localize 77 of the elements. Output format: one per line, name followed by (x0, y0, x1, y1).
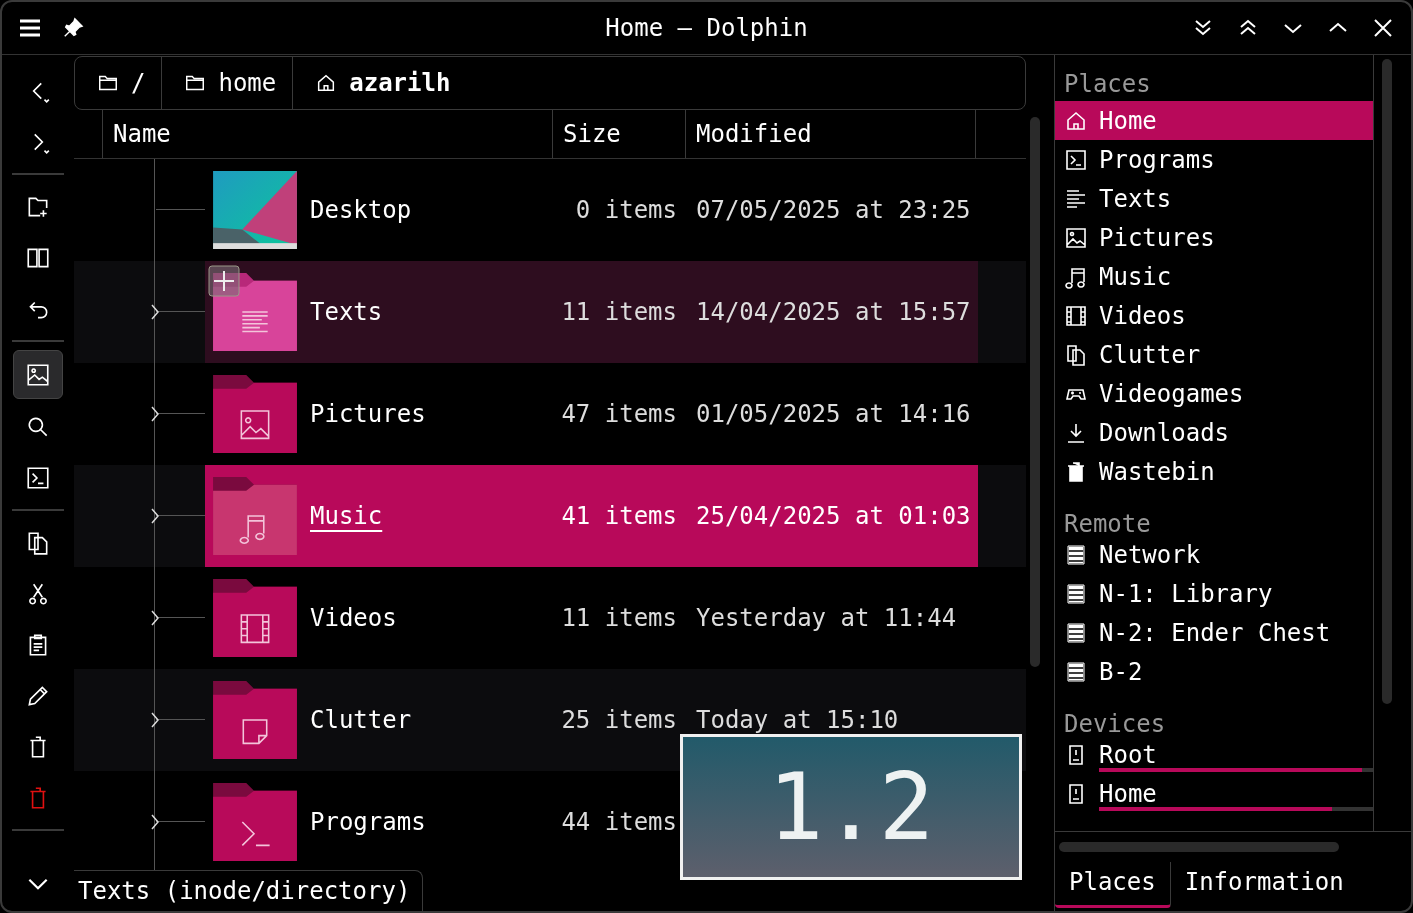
music-folder-icon (212, 477, 298, 555)
places-item[interactable]: B-2 (1055, 652, 1373, 691)
breadcrumb-item[interactable]: / (131, 69, 146, 97)
pictures-icon (1064, 225, 1088, 250)
file-row[interactable]: Pictures 47 items 01/05/2025 at 14:16 (205, 363, 978, 465)
places-item[interactable]: Network (1055, 535, 1373, 574)
places-item[interactable]: Clutter (1055, 335, 1373, 374)
breadcrumb-item[interactable]: azarilh (349, 69, 451, 97)
file-row[interactable]: Texts 11 items 14/04/2025 at 15:57 (205, 261, 978, 363)
places-item[interactable]: Wastebin (1055, 452, 1373, 491)
places-item[interactable]: Home (1055, 774, 1373, 813)
section-heading: Places (1063, 69, 1152, 100)
terminal-icon (1064, 147, 1088, 172)
status-label: Texts (inode/directory) (74, 870, 424, 911)
size-cell-text: 41 items (560, 502, 678, 530)
modified-cell-text: Yesterday at 11:44 (695, 604, 957, 632)
window-title: Home — Dolphin (605, 14, 808, 42)
section-heading: Devices (1063, 709, 1167, 735)
places-item[interactable]: N-2: Ender Chest (1055, 613, 1373, 652)
places-item[interactable]: Texts (1055, 179, 1373, 218)
file-row[interactable]: Desktop 0 items 07/05/2025 at 23:25 (205, 159, 978, 261)
places-item[interactable]: Videogames (1055, 374, 1373, 413)
places-item[interactable]: Home (1055, 101, 1373, 140)
column-header[interactable]: Modified (685, 110, 976, 158)
places-item[interactable]: Root (1055, 735, 1373, 774)
modified-cell-text: 14/04/2025 at 15:57 (695, 298, 971, 326)
size-cell-text: 11 items (560, 604, 678, 632)
breadcrumb-item[interactable]: home (218, 69, 277, 97)
network-icon (1064, 620, 1088, 645)
places-item[interactable]: Music (1055, 257, 1373, 296)
terminal-icon[interactable] (25, 464, 51, 491)
places-item[interactable]: Programs (1055, 140, 1373, 179)
size-cell-text: 0 items (574, 196, 678, 224)
network-icon (1064, 542, 1088, 567)
modified-cell-text: Today at 15:10 (695, 706, 899, 734)
toolbar-button[interactable] (13, 350, 63, 399)
videos-icon (1064, 303, 1088, 328)
panel-tab[interactable]: Information (1170, 862, 1358, 908)
clutter-folder-icon (212, 681, 298, 759)
panel-tab[interactable]: Places (1055, 862, 1171, 908)
places-item[interactable]: Downloads (1055, 413, 1373, 452)
file-name: Pictures (310, 400, 426, 428)
column-header[interactable]: Size (552, 110, 685, 158)
file-name: Desktop (310, 196, 412, 224)
scrollbar-thumb[interactable] (1059, 842, 1339, 852)
modified-cell-text: 25/04/2025 at 01:03 (695, 502, 971, 530)
places-item[interactable]: Pictures (1055, 218, 1373, 257)
places-item[interactable]: N-1: Library (1055, 574, 1373, 613)
file-name: Texts (310, 298, 383, 326)
file-name: Videos (310, 604, 397, 632)
network-icon (1064, 659, 1088, 684)
places-item[interactable]: Videos (1055, 296, 1373, 335)
texts-folder-icon (212, 273, 298, 351)
section-heading: Remote (1063, 509, 1152, 535)
scrollbar-thumb[interactable] (1030, 117, 1040, 667)
pictures-folder-icon (212, 375, 298, 453)
scrollbar-thumb[interactable] (1382, 59, 1392, 704)
clutter-icon (1064, 342, 1088, 367)
preview-icon[interactable] (25, 361, 51, 388)
file-name: Clutter (310, 706, 412, 734)
size-cell-text: 47 items (560, 400, 678, 428)
file-name: Programs (310, 808, 426, 836)
version-overlay: 1.2 (680, 734, 1022, 880)
size-cell-text: 25 items (560, 706, 678, 734)
breadcrumb-bar[interactable]: / home azarilh (74, 56, 1026, 110)
network-icon (1064, 581, 1088, 606)
select-toggle-icon[interactable] (208, 265, 240, 297)
modified-cell-text: 07/05/2025 at 23:25 (695, 196, 971, 224)
file-row[interactable]: Videos 11 items Yesterday at 11:44 (205, 567, 978, 669)
size-cell-text: 44 items (560, 808, 678, 836)
videos-folder-icon (212, 579, 298, 657)
size-cell-text: 11 items (560, 298, 678, 326)
file-row[interactable]: Music 41 items 25/04/2025 at 01:03 (205, 465, 978, 567)
column-header[interactable]: Name (102, 110, 552, 158)
programs-folder-icon (212, 783, 298, 861)
file-name: Music (310, 502, 383, 530)
modified-cell-text: 01/05/2025 at 14:16 (695, 400, 971, 428)
